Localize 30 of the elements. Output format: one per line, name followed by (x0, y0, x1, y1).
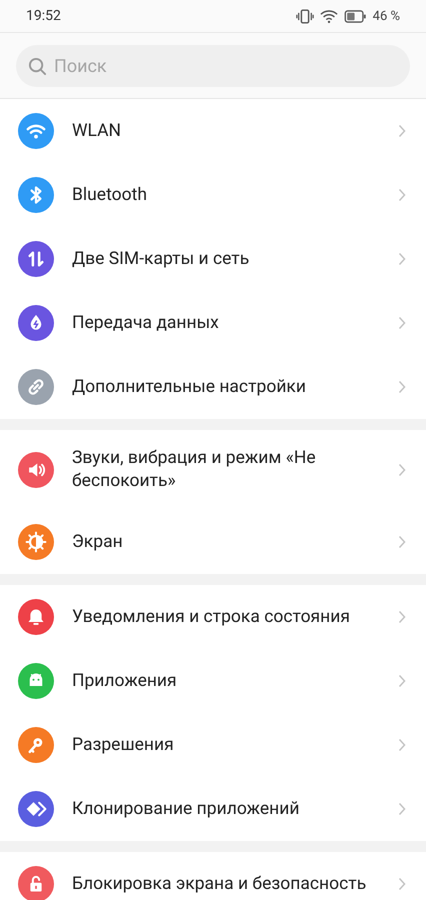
chevron-icon (398, 674, 406, 688)
settings-item[interactable]: Приложения (0, 649, 426, 713)
chevron-icon (398, 802, 406, 816)
battery-percent: 46 % (372, 8, 400, 24)
chevron-icon (398, 252, 406, 266)
chevron-icon (398, 188, 406, 202)
vibrate-icon (296, 8, 314, 24)
settings-item[interactable]: Экран (0, 510, 426, 574)
settings-item[interactable]: Дополнительные настройки (0, 355, 426, 419)
chevron-icon (398, 738, 406, 752)
chevron-icon (398, 877, 406, 891)
battery-icon (344, 10, 367, 22)
chevron-icon (398, 610, 406, 624)
settings-item[interactable]: Звуки, вибрация и режим «Не беспокоить» (0, 430, 426, 510)
settings-item[interactable]: Передача данных (0, 291, 426, 355)
chevron-icon (398, 316, 406, 330)
settings-item[interactable]: Разрешения (0, 713, 426, 777)
settings-item[interactable]: WLAN (0, 99, 426, 163)
wifi-icon (320, 8, 338, 24)
settings-item[interactable]: Клонирование приложений (0, 777, 426, 841)
chevron-icon (398, 124, 406, 138)
chevron-icon (398, 535, 406, 549)
settings-item[interactable]: Блокировка экрана и безопасность (0, 852, 426, 900)
search-field[interactable]: Поиск (16, 45, 410, 87)
settings-item[interactable]: Две SIM-карты и сеть (0, 227, 426, 291)
status-time: 19:52 (26, 8, 61, 24)
chevron-icon (398, 463, 406, 477)
settings-item[interactable]: Уведомления и строка состояния (0, 585, 426, 649)
chevron-icon (398, 380, 406, 394)
settings-item[interactable]: Bluetooth (0, 163, 426, 227)
